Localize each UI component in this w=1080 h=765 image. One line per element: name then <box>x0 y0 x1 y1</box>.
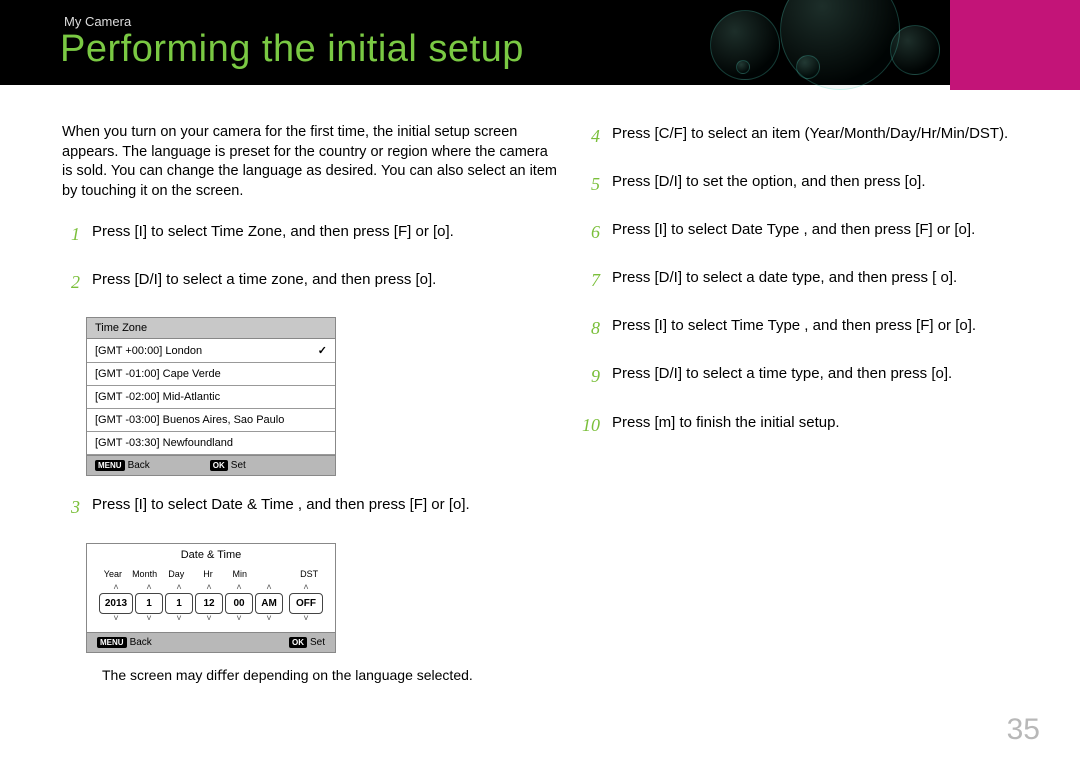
step-3: 3 Press [I] to select Date & Time , and … <box>62 494 562 520</box>
chevron-down-icon[interactable]: ˅ <box>206 614 211 624</box>
year-value: 2013 <box>99 593 133 614</box>
chevron-up-icon[interactable]: ˄ <box>113 583 118 593</box>
timezone-row[interactable]: [GMT -02:00] Mid-Atlantic <box>87 386 335 409</box>
step-text: Press [I] to select Time Zone, and then … <box>92 221 562 243</box>
chevron-down-icon[interactable]: ˅ <box>236 614 241 624</box>
intro-text: When you turn on your camera for the ﬁrs… <box>62 123 562 201</box>
min-value: 00 <box>225 593 253 614</box>
datetime-spinners: ˄ 2013 ˅ ˄ 1 ˅ ˄ 1 ˅ ˄ 12 ˅ <box>87 583 335 632</box>
step-number: 8 <box>582 315 600 341</box>
month-spinner[interactable]: ˄ 1 ˅ <box>135 583 163 624</box>
timezone-label: [GMT -02:00] Mid-Atlantic <box>95 391 220 403</box>
timezone-row[interactable]: [GMT -01:00] Cape Verde <box>87 363 335 386</box>
breadcrumb: My Camera <box>64 14 131 29</box>
timezone-footer: MENUBack OKSet <box>87 455 335 475</box>
step-7: 7 Press [D/I] to select a date type, and… <box>582 267 1030 293</box>
header-accent <box>950 0 1080 90</box>
step-number: 7 <box>582 267 600 293</box>
check-icon <box>318 344 327 357</box>
page-title: Performing the initial setup <box>60 28 524 71</box>
timezone-title: Time Zone <box>87 318 335 339</box>
datetime-title: Date & Time <box>87 544 335 569</box>
step-2: 2 Press [D/I] to select a time zone, and… <box>62 269 562 295</box>
label-month: Month <box>129 569 161 579</box>
step-6: 6 Press [I] to select Date Type , and th… <box>582 219 1030 245</box>
label-year: Year <box>97 569 129 579</box>
timezone-row[interactable]: [GMT -03:00] Buenos Aires, Sao Paulo <box>87 409 335 432</box>
chevron-up-icon[interactable]: ˄ <box>206 583 211 593</box>
step-9: 9 Press [D/I] to select a time type, and… <box>582 363 1030 389</box>
dst-spinner[interactable]: ˄ OFF ˅ <box>289 583 323 624</box>
datetime-panel: Date & Time Year Month Day Hr Min DST ˄ … <box>86 543 336 653</box>
step-text: Press [I] to select Date Type , and then… <box>612 219 1030 241</box>
step-text: Press [D/I] to select a time zone, and t… <box>92 269 562 291</box>
step-number: 2 <box>62 269 80 295</box>
label-blank <box>256 569 288 579</box>
ampm-spinner[interactable]: ˄ AM ˅ <box>255 583 283 624</box>
step-number: 10 <box>582 412 600 438</box>
step-number: 3 <box>62 494 80 520</box>
step-10: 10 Press [m] to ﬁnish the initial setup. <box>582 412 1030 438</box>
hr-value: 12 <box>195 593 223 614</box>
timezone-panel: Time Zone [GMT +00:00] London [GMT -01:0… <box>86 317 336 476</box>
chevron-up-icon[interactable]: ˄ <box>146 583 151 593</box>
step-text: Press [D/I] to select a date type, and t… <box>612 267 1030 289</box>
content: When you turn on your camera for the ﬁrs… <box>0 85 1080 684</box>
step-4: 4 Press [C/F] to select an item (Year/Mo… <box>582 123 1030 149</box>
chevron-up-icon[interactable]: ˄ <box>303 583 308 593</box>
back-button[interactable]: MENUBack <box>97 637 152 648</box>
step-number: 5 <box>582 171 600 197</box>
step-5: 5 Press [D/I] to set the option, and the… <box>582 171 1030 197</box>
label-dst: DST <box>293 569 325 579</box>
step-text: Press [m] to ﬁnish the initial setup. <box>612 412 1030 434</box>
set-button[interactable]: OKSet <box>210 460 246 471</box>
chevron-down-icon[interactable]: ˅ <box>113 614 118 624</box>
day-value: 1 <box>165 593 193 614</box>
label-day: Day <box>160 569 192 579</box>
timezone-row[interactable]: [GMT +00:00] London <box>87 339 335 363</box>
day-spinner[interactable]: ˄ 1 ˅ <box>165 583 193 624</box>
chevron-up-icon[interactable]: ˄ <box>266 583 271 593</box>
step-number: 4 <box>582 123 600 149</box>
chevron-down-icon[interactable]: ˅ <box>146 614 151 624</box>
step-number: 1 <box>62 221 80 247</box>
timezone-row[interactable]: [GMT -03:30] Newfoundland <box>87 432 335 455</box>
step-1: 1 Press [I] to select Time Zone, and the… <box>62 221 562 247</box>
chevron-up-icon[interactable]: ˄ <box>236 583 241 593</box>
timezone-label: [GMT -03:30] Newfoundland <box>95 437 233 449</box>
chevron-up-icon[interactable]: ˄ <box>176 583 181 593</box>
label-hr: Hr <box>192 569 224 579</box>
timezone-label: [GMT -01:00] Cape Verde <box>95 368 221 380</box>
step-text: Press [C/F] to select an item (Year/Mont… <box>612 123 1030 145</box>
page-number: 35 <box>1007 713 1040 747</box>
label-min: Min <box>224 569 256 579</box>
right-column: 4 Press [C/F] to select an item (Year/Mo… <box>582 123 1030 684</box>
step-8: 8 Press [I] to select Time Type , and th… <box>582 315 1030 341</box>
back-button[interactable]: MENUBack <box>95 460 150 471</box>
step-text: Press [I] to select Date & Time , and th… <box>92 494 562 516</box>
step-text: Press [D/I] to set the option, and then … <box>612 171 1030 193</box>
hr-spinner[interactable]: ˄ 12 ˅ <box>195 583 223 624</box>
datetime-labels: Year Month Day Hr Min DST <box>87 569 335 583</box>
chevron-down-icon[interactable]: ˅ <box>266 614 271 624</box>
step-number: 9 <box>582 363 600 389</box>
chevron-down-icon[interactable]: ˅ <box>303 614 308 624</box>
month-value: 1 <box>135 593 163 614</box>
note-text: The screen may diﬀer depending on the la… <box>102 667 562 684</box>
left-column: When you turn on your camera for the ﬁrs… <box>62 123 562 684</box>
dst-value: OFF <box>289 593 323 614</box>
step-number: 6 <box>582 219 600 245</box>
chevron-down-icon[interactable]: ˅ <box>176 614 181 624</box>
timezone-label: [GMT -03:00] Buenos Aires, Sao Paulo <box>95 414 284 426</box>
step-text: Press [D/I] to select a time type, and t… <box>612 363 1030 385</box>
ampm-value: AM <box>255 593 283 614</box>
page-header: My Camera Performing the initial setup <box>0 0 1080 85</box>
datetime-footer: MENUBack OKSet <box>87 632 335 652</box>
year-spinner[interactable]: ˄ 2013 ˅ <box>99 583 133 624</box>
set-button[interactable]: OKSet <box>289 637 325 648</box>
step-text: Press [I] to select Time Type , and then… <box>612 315 1030 337</box>
timezone-label: [GMT +00:00] London <box>95 345 202 357</box>
min-spinner[interactable]: ˄ 00 ˅ <box>225 583 253 624</box>
